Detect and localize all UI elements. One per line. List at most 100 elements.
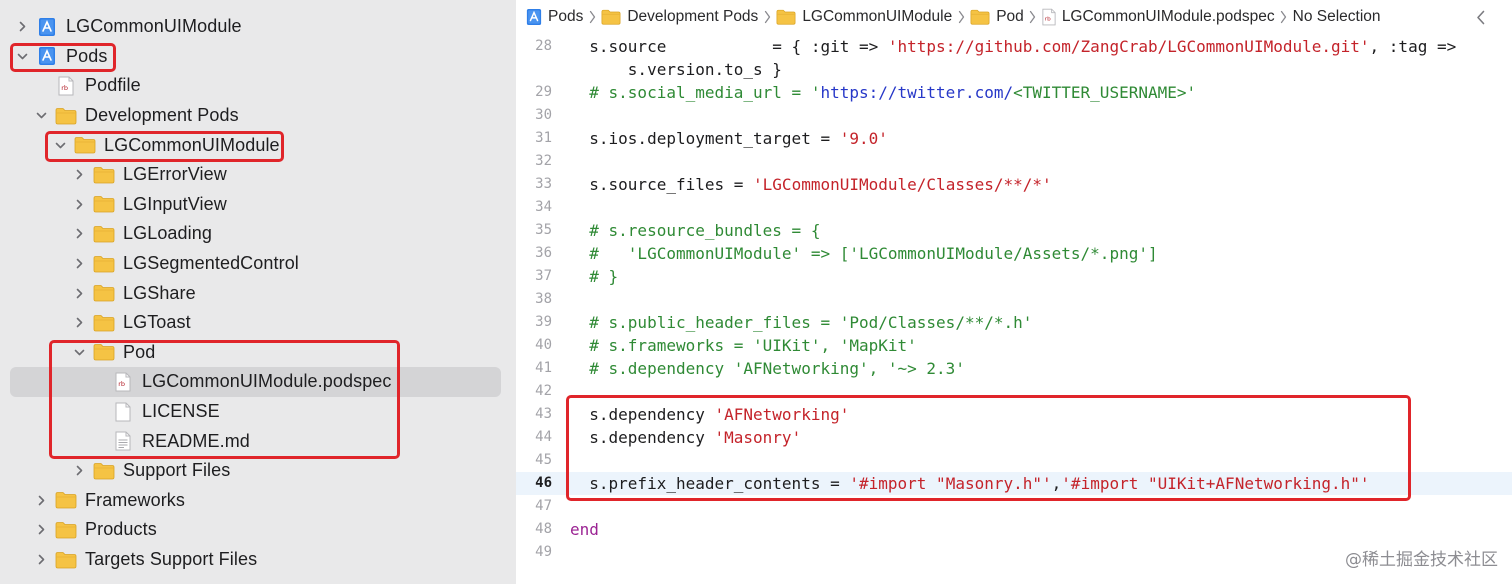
code-line[interactable]: 39 # s.public_header_files = 'Pod/Classe…: [516, 311, 1512, 334]
ruby-file-icon: rb: [1042, 8, 1056, 26]
chevron-down-icon[interactable]: [35, 110, 47, 122]
line-number: 36: [535, 245, 552, 261]
code-line[interactable]: 33 s.source_files = 'LGCommonUIModule/Cl…: [516, 173, 1512, 196]
line-number: 47: [535, 498, 552, 514]
folder-icon: [93, 194, 115, 214]
sidebar-item-lgcommonuimodule-podspec[interactable]: rb LGCommonUIModule.podspec: [0, 367, 516, 397]
code-token-plain: s.prefix_header_contents =: [570, 474, 850, 493]
breadcrumb-lgcommonuimodule-podspec[interactable]: rb LGCommonUIModule.podspec: [1042, 8, 1275, 26]
folder-icon: [93, 224, 115, 244]
project-navigator: LGCommonUIModule Pods rb Podfile Development…: [0, 0, 516, 584]
chevron-right-icon[interactable]: [35, 524, 47, 536]
chevron-right-icon[interactable]: [35, 494, 47, 506]
chevron-right-icon[interactable]: [73, 228, 85, 240]
breadcrumb-label: LGCommonUIModule.podspec: [1061, 8, 1275, 25]
chevron-right-icon[interactable]: [35, 554, 47, 566]
code-line[interactable]: 45: [516, 449, 1512, 472]
sidebar-item-lginputview[interactable]: LGInputView: [0, 190, 516, 220]
code-line[interactable]: 38: [516, 288, 1512, 311]
code-line[interactable]: 29 # s.social_media_url = 'https://twitt…: [516, 81, 1512, 104]
source-editor[interactable]: Pods Development Pods LGCommonUIModule Pod r…: [516, 0, 1512, 584]
code-line[interactable]: 43 s.dependency 'AFNetworking': [516, 403, 1512, 426]
sidebar-item-lgtoast[interactable]: LGToast: [0, 308, 516, 338]
code-line[interactable]: 32: [516, 150, 1512, 173]
code-token-string: '9.0': [839, 129, 888, 148]
chevron-right-icon[interactable]: [16, 21, 28, 33]
code-line[interactable]: 31 s.ios.deployment_target = '9.0': [516, 127, 1512, 150]
sidebar-item-lgshare[interactable]: LGShare: [0, 278, 516, 308]
chevron-right-icon[interactable]: [73, 169, 85, 181]
code-line[interactable]: 30: [516, 104, 1512, 127]
chevron-down-icon[interactable]: [16, 50, 28, 62]
code-line[interactable]: 28 s.source = { :git => 'https://github.…: [516, 35, 1512, 58]
chevron-right-icon[interactable]: [73, 317, 85, 329]
chevron-left-icon[interactable]: [1472, 9, 1488, 25]
code-area[interactable]: 28 s.source = { :git => 'https://github.…: [516, 34, 1512, 584]
line-number: 45: [535, 452, 552, 468]
breadcrumb-no-selection[interactable]: No Selection: [1293, 8, 1381, 26]
sidebar-item-lgerrorview[interactable]: LGErrorView: [0, 160, 516, 190]
code-line[interactable]: s.version.to_s }: [516, 58, 1512, 81]
code-line[interactable]: 36 # 'LGCommonUIModule' => ['LGCommonUIM…: [516, 242, 1512, 265]
sidebar-item-support-files[interactable]: Support Files: [0, 456, 516, 486]
sidebar-item-lgcommonuimodule[interactable]: LGCommonUIModule: [0, 130, 516, 160]
sidebar-item-lgcommonuimodule[interactable]: LGCommonUIModule: [0, 12, 516, 42]
chevron-right-icon[interactable]: [73, 287, 85, 299]
chevron-right-icon: [761, 10, 773, 24]
chevron-down-icon[interactable]: [54, 139, 66, 151]
code-line[interactable]: 34: [516, 196, 1512, 219]
sidebar-item-label: Frameworks: [85, 489, 186, 510]
breadcrumb-label: Pods: [548, 8, 584, 25]
code-token-comment: # s.frameworks = 'UIKit', 'MapKit': [570, 336, 917, 355]
code-text: end: [570, 518, 599, 541]
breadcrumb-development-pods[interactable]: Development Pods: [601, 8, 758, 26]
sidebar-item-targets-support-files[interactable]: Targets Support Files: [0, 545, 516, 575]
code-text: s.source_files = 'LGCommonUIModule/Class…: [570, 173, 1051, 196]
ruby-file-icon: rb: [55, 76, 77, 96]
line-number: 33: [535, 176, 552, 192]
sidebar-item-readme-md[interactable]: README.md: [0, 426, 516, 456]
chevron-right-icon[interactable]: [73, 258, 85, 270]
sidebar-item-products[interactable]: Products: [0, 515, 516, 545]
code-token-string: 'Masonry': [714, 428, 802, 447]
sidebar-item-label: Targets Support Files: [85, 549, 258, 570]
breadcrumb-lgcommonuimodule[interactable]: LGCommonUIModule: [776, 8, 952, 26]
watermark: @稀土掘金技术社区: [1345, 550, 1498, 570]
code-line[interactable]: 41 # s.dependency 'AFNetworking', '~> 2.…: [516, 357, 1512, 380]
code-text: # 'LGCommonUIModule' => ['LGCommonUIModu…: [570, 242, 1157, 265]
sidebar-item-pod[interactable]: Pod: [0, 338, 516, 368]
chevron-down-icon[interactable]: [73, 346, 85, 358]
code-line[interactable]: 47: [516, 495, 1512, 518]
folder-icon: [776, 8, 796, 26]
code-text: # s.public_header_files = 'Pod/Classes/*…: [570, 311, 1032, 334]
line-number: 39: [535, 314, 552, 330]
sidebar-item-pods[interactable]: Pods: [0, 42, 516, 72]
chevron-right-icon[interactable]: [73, 198, 85, 210]
chevron-right-icon: [955, 10, 967, 24]
sidebar-item-development-pods[interactable]: Development Pods: [0, 101, 516, 131]
code-line[interactable]: 40 # s.frameworks = 'UIKit', 'MapKit': [516, 334, 1512, 357]
folder-icon: [970, 8, 990, 26]
code-line[interactable]: 42: [516, 380, 1512, 403]
sidebar-item-podfile[interactable]: rb Podfile: [0, 71, 516, 101]
breadcrumb-pod[interactable]: Pod: [970, 8, 1024, 26]
code-line[interactable]: 46 s.prefix_header_contents = '#import "…: [516, 472, 1512, 495]
breadcrumb-label: LGCommonUIModule: [802, 8, 953, 25]
code-line[interactable]: 44 s.dependency 'Masonry': [516, 426, 1512, 449]
sidebar-item-lgsegmentedcontrol[interactable]: LGSegmentedControl: [0, 249, 516, 279]
line-number: 48: [535, 521, 552, 537]
code-line[interactable]: 35 # s.resource_bundles = {: [516, 219, 1512, 242]
code-line[interactable]: 48 end: [516, 518, 1512, 541]
code-token-plain: , :tag =>: [1369, 37, 1457, 56]
code-line[interactable]: 37 # }: [516, 265, 1512, 288]
folder-icon: [93, 461, 115, 481]
sidebar-item-frameworks[interactable]: Frameworks: [0, 486, 516, 516]
folder-icon: [55, 106, 77, 126]
chevron-right-icon[interactable]: [73, 465, 85, 477]
breadcrumb-pods[interactable]: Pods: [526, 8, 583, 26]
sidebar-item-license[interactable]: LICENSE: [0, 397, 516, 427]
sidebar-item-lgloading[interactable]: LGLoading: [0, 219, 516, 249]
code-text: s.dependency 'Masonry': [570, 426, 801, 449]
